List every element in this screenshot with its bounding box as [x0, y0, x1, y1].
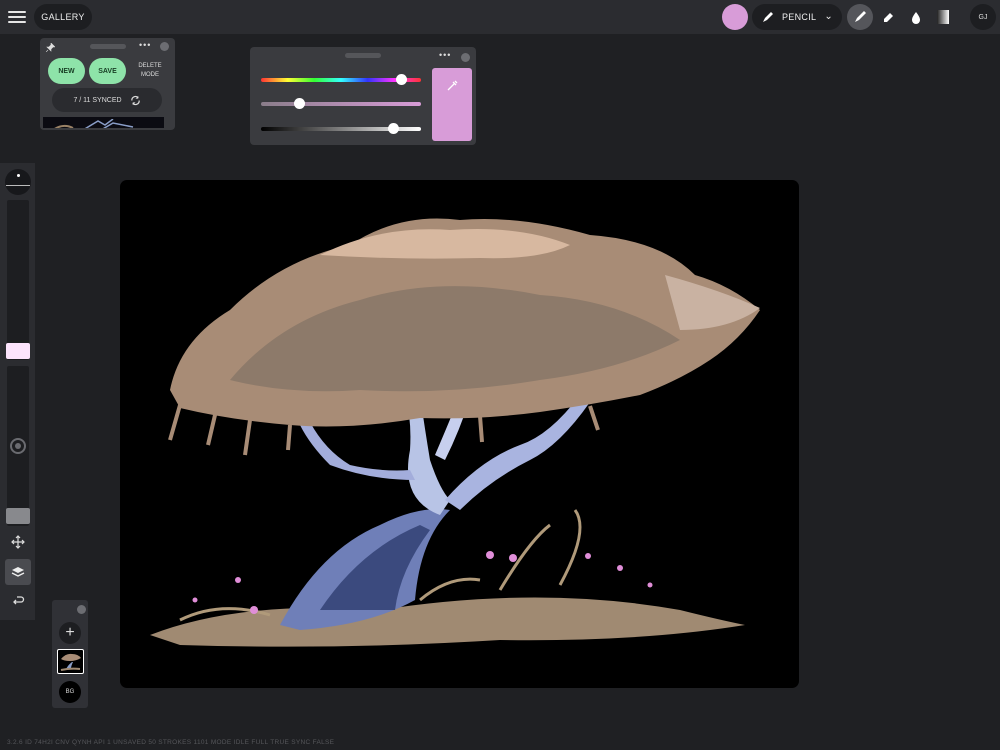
layers-panel: + BG — [52, 600, 88, 708]
panel-drag-handle[interactable] — [345, 53, 381, 58]
brush-size-dial[interactable] — [5, 169, 31, 195]
more-options-icon[interactable]: ••• — [439, 50, 451, 60]
brush-selector[interactable]: PENCIL ⌄ — [752, 4, 842, 30]
top-bar: GALLERY PENCIL ⌄ GJ — [0, 0, 1000, 34]
gradient-tool-button[interactable] — [930, 4, 956, 30]
delete-mode-button[interactable]: DELETE MODE — [132, 58, 168, 84]
smudge-tool-button[interactable] — [903, 4, 929, 30]
add-layer-button[interactable]: + — [59, 622, 81, 644]
save-button[interactable]: SAVE — [89, 58, 126, 84]
move-button[interactable] — [5, 529, 31, 555]
brightness-slider[interactable] — [261, 123, 421, 134]
current-color-swatch[interactable] — [722, 4, 748, 30]
sync-status-button[interactable]: 7 / 11 SYNCED — [52, 88, 162, 112]
drawing-canvas[interactable] — [120, 180, 799, 688]
artwork-thumbnail-strip[interactable] — [43, 117, 164, 128]
hamburger-icon[interactable] — [8, 8, 26, 26]
color-preview[interactable] — [432, 68, 472, 141]
eraser-tool-button[interactable] — [875, 4, 901, 30]
opacity-thumb[interactable] — [6, 508, 30, 524]
hue-slider-knob[interactable] — [396, 74, 408, 85]
saturation-slider-knob[interactable] — [293, 98, 305, 109]
pin-icon[interactable] — [46, 43, 55, 52]
new-button[interactable]: NEW — [48, 58, 85, 84]
gallery-button[interactable]: GALLERY — [34, 4, 92, 30]
file-sync-panel: ••• NEW SAVE DELETE MODE 7 / 11 SYNCED — [40, 38, 175, 130]
panel-close-dot[interactable] — [77, 605, 86, 614]
brightness-slider-knob[interactable] — [388, 123, 400, 134]
thumbnail-image — [54, 118, 134, 128]
layers-icon — [11, 567, 25, 577]
gradient-icon — [937, 10, 949, 24]
pencil-icon — [763, 12, 773, 22]
user-avatar[interactable]: GJ — [970, 4, 996, 30]
smudge-drop-icon — [912, 12, 920, 24]
more-options-icon[interactable]: ••• — [139, 40, 151, 50]
undo-button[interactable] — [5, 589, 31, 615]
hue-slider[interactable] — [261, 74, 421, 85]
left-toolbar — [0, 163, 35, 620]
chevron-down-icon: ⌄ — [824, 11, 833, 22]
brush-icon — [855, 11, 866, 22]
eraser-icon — [884, 13, 893, 22]
background-layer-button[interactable]: BG — [59, 681, 81, 703]
panel-close-dot[interactable] — [461, 53, 470, 62]
color-picker-panel: ••• — [250, 47, 476, 145]
undo-icon — [13, 596, 25, 605]
move-icon — [11, 535, 25, 549]
layer-thumbnail[interactable] — [57, 649, 84, 674]
brush-size-thumb[interactable] — [6, 343, 30, 359]
status-bar: 3.2.6 ID 74H2I CNV QYNH API 1 UNSAVED 50… — [7, 739, 335, 746]
brush-name: PENCIL — [782, 12, 817, 22]
sync-icon — [130, 95, 140, 105]
brush-size-slider[interactable] — [7, 200, 29, 360]
panel-drag-handle[interactable] — [90, 44, 126, 49]
delete-mode-label: DELETE MODE — [138, 63, 162, 78]
artwork-tree — [150, 218, 760, 647]
layer-thumbnail-image — [60, 653, 81, 671]
layers-button[interactable] — [5, 559, 31, 585]
saturation-slider[interactable] — [261, 98, 421, 109]
eyedropper-icon[interactable] — [446, 80, 458, 92]
sync-status-text: 7 / 11 SYNCED — [73, 96, 122, 104]
brush-tool-button[interactable] — [847, 4, 873, 30]
opacity-dial-icon[interactable] — [10, 438, 26, 454]
panel-close-dot[interactable] — [160, 42, 169, 51]
